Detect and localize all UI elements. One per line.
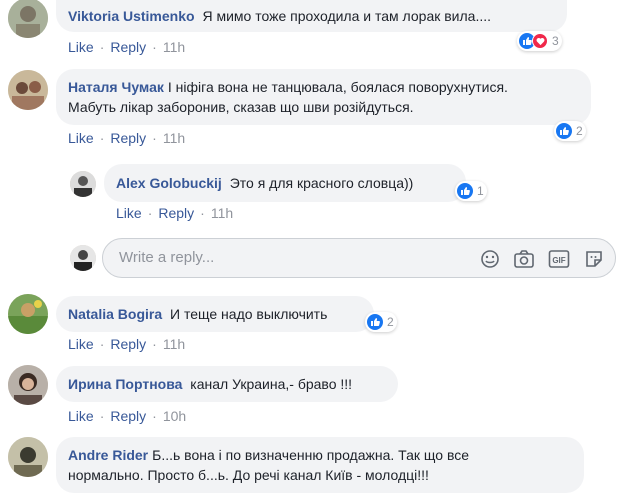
comment-text: И теще надо выключить (170, 306, 328, 322)
like-link[interactable]: Like (68, 408, 94, 424)
like-reaction-icon (556, 123, 572, 139)
comment-author[interactable]: Natalia Bogira (68, 306, 162, 322)
comment-bubble: Наталя Чумак І нiфiга вона не танцювала, … (56, 69, 591, 125)
comment-author[interactable]: Ирина Портнова (68, 376, 182, 392)
sticker-icon[interactable] (583, 248, 605, 270)
avatar[interactable] (8, 0, 48, 38)
comment-actions: Like · Reply · 10h (68, 408, 187, 424)
like-link[interactable]: Like (68, 130, 94, 146)
gif-label: GIF (552, 256, 565, 265)
comment-author[interactable]: Alex Golobuckij (116, 175, 222, 191)
comment-text-line-2: нормально. Просто б...ь. До речі канал К… (68, 467, 429, 483)
comment-actions: Like · Reply · 11h (68, 336, 186, 352)
current-user-avatar (70, 245, 96, 271)
reply-link[interactable]: Reply (110, 408, 146, 424)
like-link[interactable]: Like (68, 336, 94, 352)
reply-link[interactable]: Reply (110, 39, 146, 55)
love-reaction-icon (532, 33, 548, 49)
timestamp[interactable]: 11h (163, 130, 185, 146)
camera-icon[interactable] (513, 248, 535, 270)
comment-bubble: Andre Rider Б...ь вона і по визначенню пр… (56, 437, 584, 493)
reply-link[interactable]: Reply (110, 336, 146, 352)
reply-placeholder: Write a reply... (119, 249, 215, 266)
timestamp[interactable]: 11h (163, 39, 185, 55)
comment-bubble: Alex Golobuckij Это я для красного словц… (104, 164, 466, 202)
comment-text: Это я для красного словца)) (229, 175, 414, 191)
timestamp[interactable]: 10h (163, 408, 186, 424)
avatar-image (8, 365, 48, 405)
reply-link[interactable]: Reply (110, 130, 146, 146)
like-link[interactable]: Like (68, 39, 94, 55)
avatar[interactable] (8, 437, 48, 477)
avatar-image (8, 70, 48, 110)
reaction-count[interactable]: 2 (554, 121, 586, 141)
avatar-image (8, 294, 48, 334)
reaction-count[interactable]: 1 (455, 181, 487, 201)
avatar[interactable] (8, 365, 48, 405)
comment-text: І нiфiга вона не танцювала, боялася пово… (167, 79, 508, 95)
avatar-image (70, 245, 96, 271)
avatar[interactable] (8, 294, 48, 334)
comment-actions: Like · Reply · 11h (116, 205, 234, 221)
timestamp[interactable]: 11h (163, 336, 185, 352)
reaction-count-value: 1 (477, 184, 484, 198)
emoji-icon[interactable] (479, 248, 501, 270)
comment-actions: Like · Reply · 11h (68, 39, 186, 55)
comment-author[interactable]: Наталя Чумак (68, 79, 164, 95)
comment-author[interactable]: Andre Rider (68, 447, 148, 463)
like-reaction-icon (457, 183, 473, 199)
like-link[interactable]: Like (116, 205, 142, 221)
timestamp[interactable]: 11h (211, 205, 233, 221)
like-reaction-icon (367, 314, 383, 330)
reaction-count[interactable]: 2 (365, 312, 397, 332)
reaction-count-value: 2 (576, 124, 583, 138)
gif-icon[interactable]: GIF (548, 248, 570, 270)
reaction-count[interactable]: 3 (517, 31, 562, 51)
avatar[interactable] (8, 70, 48, 110)
comment-text: Б...ь вона і по визначенню продажна. Так… (152, 447, 470, 463)
avatar-image (8, 0, 48, 38)
reaction-count-value: 2 (387, 315, 394, 329)
avatar-image (70, 171, 96, 197)
comment-bubble: Natalia Bogira И теще надо выключить (56, 296, 374, 332)
reply-input[interactable]: Write a reply... GIF (102, 238, 616, 278)
comment-text: канал Украина,- браво !!! (190, 376, 353, 392)
reply-link[interactable]: Reply (158, 205, 194, 221)
comment-actions: Like · Reply · 11h (68, 130, 186, 146)
comment-text: Я мимо тоже проходила и там лорак вила..… (202, 8, 492, 24)
comment-author[interactable]: Viktoria Ustimenko (68, 8, 195, 24)
reaction-count-value: 3 (552, 34, 559, 48)
comment-bubble: Viktoria Ustimenko Я мимо тоже проходила… (56, 0, 567, 32)
avatar-image (8, 437, 48, 477)
comment-text-line-2: Мабуть лiкар заборонив, сказав що шви ро… (68, 99, 414, 115)
comment-bubble: Ирина Портнова канал Украина,- браво !!! (56, 366, 398, 402)
avatar[interactable] (70, 171, 96, 197)
